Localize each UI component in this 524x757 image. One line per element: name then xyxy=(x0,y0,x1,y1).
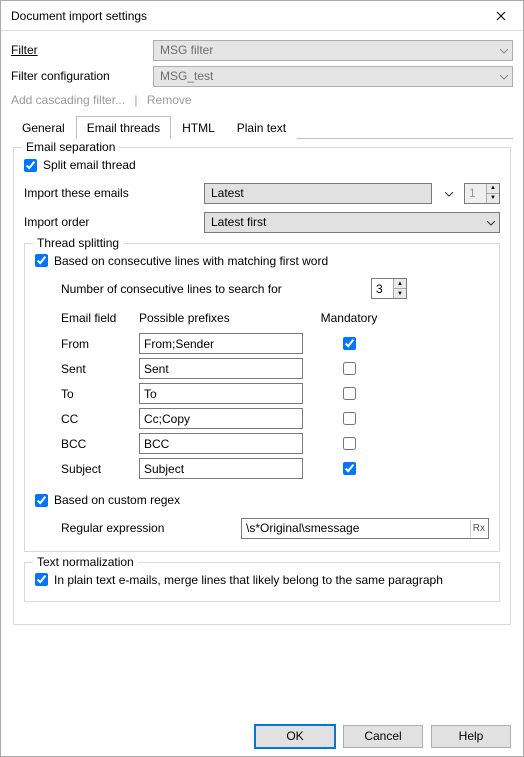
thread-splitting-group: Thread splitting Based on consecutive li… xyxy=(24,243,500,552)
filter-config-label: Filter configuration xyxy=(11,69,153,83)
merge-lines-label: In plain text e-mails, merge lines that … xyxy=(54,573,443,587)
prefix-input[interactable] xyxy=(139,458,303,479)
based-regex-label: Based on custom regex xyxy=(54,493,180,507)
prefix-field-label: To xyxy=(61,387,139,401)
email-separation-group: Email separation Split email thread Impo… xyxy=(13,147,511,625)
prefix-table: Email field Possible prefixes Mandatory … xyxy=(61,311,489,479)
text-normalization-legend: Text normalization xyxy=(33,555,138,569)
mandatory-checkbox[interactable] xyxy=(343,462,356,475)
col-prefixes: Possible prefixes xyxy=(139,311,309,325)
mandatory-checkbox[interactable] xyxy=(343,412,356,425)
tab-email-threads[interactable]: Email threads xyxy=(76,116,171,139)
spinner-up-button[interactable]: ▲ xyxy=(393,279,406,289)
filter-config-select[interactable]: MSG_test xyxy=(153,66,513,87)
based-regex-checkbox[interactable]: Based on custom regex xyxy=(35,493,180,507)
tab-plain-text[interactable]: Plain text xyxy=(226,116,297,139)
thread-splitting-legend: Thread splitting xyxy=(33,236,123,250)
col-mandatory: Mandatory xyxy=(309,311,389,325)
merge-lines-checkbox[interactable]: In plain text e-mails, merge lines that … xyxy=(35,573,443,587)
prefix-row: CC xyxy=(61,408,489,429)
mandatory-checkbox[interactable] xyxy=(343,337,356,350)
mandatory-checkbox[interactable] xyxy=(343,387,356,400)
email-separation-legend: Email separation xyxy=(22,140,119,154)
prefix-field-label: Sent xyxy=(61,362,139,376)
chevron-down-icon xyxy=(500,69,508,83)
prefix-field-label: Subject xyxy=(61,462,139,476)
tab-html[interactable]: HTML xyxy=(171,116,226,139)
button-bar: OK Cancel Help xyxy=(1,716,523,756)
regex-label: Regular expression xyxy=(61,521,241,535)
help-button[interactable]: Help xyxy=(431,725,511,748)
prefix-row: Sent xyxy=(61,358,489,379)
filter-select[interactable]: MSG filter xyxy=(153,40,513,61)
ok-button[interactable]: OK xyxy=(255,725,335,748)
filter-value: MSG filter xyxy=(160,43,213,57)
mandatory-checkbox[interactable] xyxy=(343,362,356,375)
import-these-select[interactable]: Latest xyxy=(204,183,432,204)
prefix-input[interactable] xyxy=(139,358,303,379)
prefix-input[interactable] xyxy=(139,383,303,404)
import-these-label: Import these emails xyxy=(24,186,204,200)
prefix-row: To xyxy=(61,383,489,404)
split-email-thread-checkbox[interactable]: Split email thread xyxy=(24,158,136,172)
divider: | xyxy=(134,93,137,107)
tabs: General Email threads HTML Plain text xyxy=(11,115,513,139)
window-title: Document import settings xyxy=(11,9,478,23)
tab-general[interactable]: General xyxy=(11,116,76,139)
prefix-field-label: From xyxy=(61,337,139,351)
prefix-input[interactable] xyxy=(139,408,303,429)
filter-label: Filter xyxy=(11,43,153,57)
prefix-row: Subject xyxy=(61,458,489,479)
prefix-input[interactable] xyxy=(139,333,303,354)
based-consecutive-label: Based on consecutive lines with matching… xyxy=(54,254,328,268)
prefix-field-label: CC xyxy=(61,412,139,426)
close-button[interactable] xyxy=(478,1,523,31)
spinner-down-button[interactable]: ▼ xyxy=(393,289,406,298)
regex-input[interactable] xyxy=(241,518,489,539)
import-order-select[interactable]: Latest first xyxy=(204,212,500,233)
chevron-down-icon xyxy=(445,186,453,200)
filter-config-value: MSG_test xyxy=(160,69,213,83)
mandatory-checkbox[interactable] xyxy=(343,437,356,450)
prefix-row: BCC xyxy=(61,433,489,454)
text-normalization-group: Text normalization In plain text e-mails… xyxy=(24,562,500,603)
col-email-field: Email field xyxy=(61,311,139,325)
prefix-row: From xyxy=(61,333,489,354)
prefix-field-label: BCC xyxy=(61,437,139,451)
remove-link[interactable]: Remove xyxy=(147,93,192,107)
spinner-down-button[interactable]: ▼ xyxy=(486,194,499,203)
prefix-input[interactable] xyxy=(139,433,303,454)
split-email-thread-label: Split email thread xyxy=(43,158,136,172)
add-cascading-filter-link[interactable]: Add cascading filter... xyxy=(11,93,125,107)
regex-helper-button[interactable]: Rx xyxy=(470,520,487,537)
num-lines-label: Number of consecutive lines to search fo… xyxy=(61,282,371,296)
based-consecutive-checkbox[interactable]: Based on consecutive lines with matching… xyxy=(35,254,328,268)
cancel-button[interactable]: Cancel xyxy=(343,725,423,748)
titlebar: Document import settings xyxy=(1,1,523,31)
spinner-up-button[interactable]: ▲ xyxy=(486,184,499,194)
import-order-label: Import order xyxy=(24,215,204,229)
chevron-down-icon xyxy=(500,43,508,57)
close-icon xyxy=(496,11,506,21)
